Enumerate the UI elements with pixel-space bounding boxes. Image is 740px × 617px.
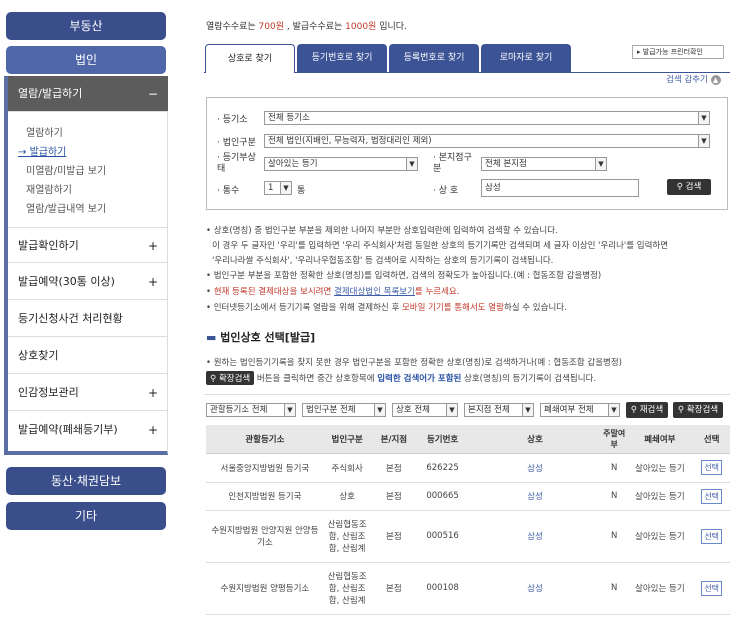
select-button[interactable]: 선택 <box>701 528 723 544</box>
select-button[interactable]: 선택 <box>701 488 723 504</box>
status-label: · 등기부상태 <box>217 153 256 174</box>
table-row: 수원지방법원 양평등기소 산림협동조합, 산림조합, 산림계 본점 000108… <box>206 562 730 615</box>
chevron-down-icon: ▼ <box>280 182 291 194</box>
sidebar-section-seal[interactable]: 인감정보관리 + <box>8 375 168 411</box>
note-1: • 상호(명칭) 중 법인구분 부분을 제외한 나머지 부분만 상호입력란에 입… <box>206 226 558 236</box>
expand-icon: + <box>147 239 158 253</box>
note-3: '우리나라쌀 주식회사', '우리나우협동조합' 등 검색어로 시작하는 상호의… <box>212 256 554 266</box>
table-row: 서울중앙지방법원 등기국 주식회사 본점 626225 삼성 N 살아있는 등기… <box>206 453 730 483</box>
payment-list-link[interactable]: 결제대상법인 목록보기 <box>334 287 415 297</box>
result-table: 관할등기소 법인구분 본/지점 등기번호 상호 주말여부 폐쇄여부 선택 서울중… <box>206 425 730 615</box>
movable-collateral-button[interactable]: 동산·채권담보 <box>6 467 166 495</box>
chevron-down-icon: ▼ <box>698 135 709 147</box>
expand-icon: + <box>147 386 158 400</box>
collapse-icon: − <box>147 87 158 101</box>
section-title: ▬ 법인상호 선택[발급] <box>206 331 316 344</box>
chevron-down-icon: ▼ <box>595 158 606 170</box>
table-row: 수원지방법원 안양지원 안양등기소 산림협동조합, 산림조합, 산림계 본점 0… <box>206 510 730 563</box>
tab-registration-number[interactable]: 등록번호로 찾기 <box>389 44 479 72</box>
search-icon: ⚲ <box>677 405 685 415</box>
chevron-down-icon: ▼ <box>698 112 709 124</box>
chevron-down-icon: ▼ <box>522 404 533 416</box>
registry-label: · 등기소 <box>217 115 248 125</box>
branch-label: · 본지점구분 <box>433 153 472 174</box>
filter-branch[interactable]: 본지점 전체 ▼ <box>464 403 534 417</box>
sidebar: 부동산 법인 열람/발급하기 − 열람하기 → 발급하기 미열람/미발급 보기 … <box>0 0 174 617</box>
copies-unit: 통 <box>297 186 306 196</box>
chevron-down-icon: ▼ <box>374 404 385 416</box>
name-link[interactable]: 삼성 <box>467 482 602 511</box>
sidebar-menu: 열람/발급하기 − 열람하기 → 발급하기 미열람/미발급 보기 재열람하기 열… <box>4 76 168 455</box>
tab-roman-search[interactable]: 로마자로 찾기 <box>481 44 571 72</box>
filter-corp-type[interactable]: 법인구분 전체 ▼ <box>302 403 386 417</box>
note-2: 이 경우 두 글자인 '우리'를 입력하면 '우리 주식회사'처럼 동일한 상호… <box>212 241 669 251</box>
search-icon: ⚲ <box>676 182 683 192</box>
sidebar-item-history[interactable]: 열람/발급내역 보기 <box>26 200 106 215</box>
registry-select[interactable]: 전체 등기소 ▼ <box>264 111 710 125</box>
corp-type-label: · 법인구분 <box>217 138 256 148</box>
expand-icon: + <box>147 275 158 289</box>
sidebar-section-name-search[interactable]: 상호찾기 <box>8 338 168 374</box>
arrow-icon: → <box>18 147 27 158</box>
note-mobile: • 인터넷등기소에서 등기기록 열람을 위해 결제하신 후 모바일 기기를 통해… <box>206 303 567 313</box>
info-1: • 원하는 법인등기기록을 찾지 못한 경우 법인구분을 포함한 정확한 상호(… <box>206 358 622 368</box>
sidebar-item-review[interactable]: 재열람하기 <box>26 181 72 196</box>
chevron-up-icon: ▲ <box>710 75 721 85</box>
etc-button[interactable]: 기타 <box>6 502 166 530</box>
copies-label: · 통수 <box>217 186 240 196</box>
bullet-icon: ▬ <box>206 331 217 344</box>
sidebar-section-closed-reservation[interactable]: 발급예약(폐쇄등기부) + <box>8 412 168 448</box>
sidebar-item-view[interactable]: 열람하기 <box>26 124 63 139</box>
sidebar-item-issue[interactable]: → 발급하기 <box>18 143 66 158</box>
corp-type-select[interactable]: 전체 법인(지배인, 무능력자, 법정대리인 제외) ▼ <box>264 134 710 148</box>
real-estate-button[interactable]: 부동산 <box>6 12 166 40</box>
search-icon: ⚲ <box>630 405 638 415</box>
branch-select[interactable]: 전체 본지점 ▼ <box>481 157 607 171</box>
fee-notice: 열람수수료는 700원 , 발급수수료는 1000원 입니다. <box>206 22 407 32</box>
expand-icon: + <box>147 423 158 437</box>
chevron-down-icon: ▼ <box>284 404 295 416</box>
hide-search-link[interactable]: 검색 감추기 ▲ <box>666 73 721 85</box>
corporation-button[interactable]: 법인 <box>6 46 166 74</box>
sidebar-section-view-issue[interactable]: 열람/발급하기 − <box>8 76 168 112</box>
sidebar-section-issue-check[interactable]: 발급확인하기 + <box>8 227 168 263</box>
select-button[interactable]: 선택 <box>701 460 723 475</box>
search-icon: ⚲ <box>210 374 217 384</box>
chevron-down-icon: ▼ <box>446 404 457 416</box>
chevron-down-icon: ▼ <box>608 404 619 416</box>
info-2: ⚲ 확장검색 버튼을 클릭하면 중간 상호항목에 입력한 검색어가 포함된 상호… <box>206 371 596 385</box>
copies-select[interactable]: 1 ▼ <box>264 181 292 195</box>
name-link[interactable]: 삼성 <box>467 562 602 615</box>
search-button[interactable]: ⚲ 검색 <box>667 179 711 195</box>
note-4: • 법인구분 부분을 포함한 정확한 상호(명칭)를 입력하면, 검색의 정확도… <box>206 271 602 281</box>
table-row: 인천지방법원 등기국 상호 본점 000665 삼성 N 살아있는 등기 선택 <box>206 482 730 511</box>
search-form: · 등기소 전체 등기소 ▼ · 법인구분 전체 법인(지배인, 무능력자, 법정… <box>206 97 728 210</box>
chevron-down-icon: ▼ <box>406 158 417 170</box>
filter-closed[interactable]: 폐쇄여부 전체 ▼ <box>540 403 620 417</box>
name-label: · 상 호 <box>433 186 459 196</box>
filter-name[interactable]: 상호 전체 ▼ <box>392 403 458 417</box>
filter-registry[interactable]: 관할등기소 전체 ▼ <box>206 403 296 417</box>
research-button[interactable]: ⚲ 재검색 <box>626 402 668 418</box>
expand-search-inline-button[interactable]: ⚲ 확장검색 <box>206 371 255 385</box>
sidebar-item-not-viewed[interactable]: 미열람/미발급 보기 <box>26 162 106 177</box>
name-link[interactable]: 삼성 <box>467 453 602 483</box>
tab-registry-number[interactable]: 등기번호로 찾기 <box>297 44 387 72</box>
note-payment: • 현재 등록된 결제대상을 보시려면 결제대상법인 목록보기를 누르세요. <box>206 287 460 297</box>
printer-check-button[interactable]: ▸ 발급가능 프린터확인 <box>632 45 724 59</box>
select-button[interactable]: 선택 <box>701 580 723 596</box>
tab-name-search[interactable]: 상호로 찾기 <box>205 44 295 73</box>
name-link[interactable]: 삼성 <box>467 510 602 563</box>
expand-search-button[interactable]: ⚲ 확장검색 <box>673 402 723 418</box>
table-header-row: 관할등기소 법인구분 본/지점 등기번호 상호 주말여부 폐쇄여부 선택 <box>206 425 730 454</box>
sidebar-section-case-status[interactable]: 등기신청사건 처리현황 <box>8 301 168 337</box>
name-input[interactable]: 삼성 <box>481 179 639 197</box>
sidebar-section-reservation[interactable]: 발급예약(30통 이상) + <box>8 264 168 300</box>
status-select[interactable]: 살아있는 등기 ▼ <box>264 157 418 171</box>
